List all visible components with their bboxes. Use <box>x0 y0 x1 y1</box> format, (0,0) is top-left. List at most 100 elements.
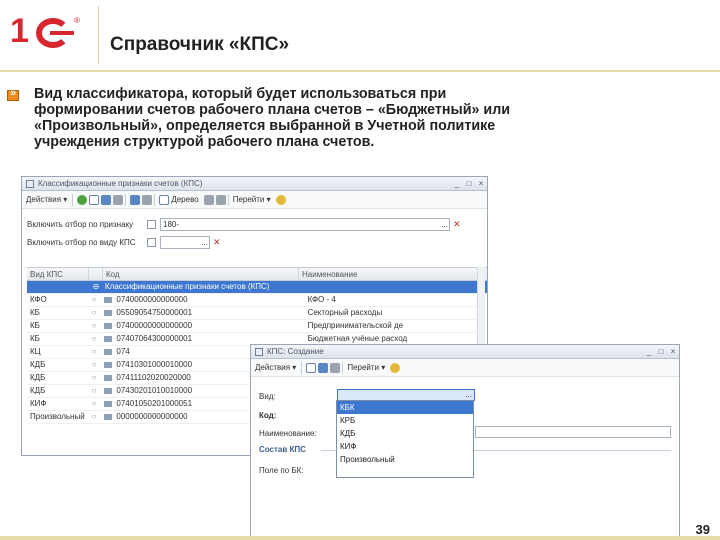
close-icon[interactable]: × <box>667 347 679 357</box>
create-window-titlebar: КПС: Создание _ □ × <box>251 345 679 359</box>
radio-icon: ○ <box>91 360 97 369</box>
cell-code: 0000000000000000 <box>116 412 188 421</box>
goto-menu[interactable]: Перейти ▾ <box>347 363 385 372</box>
goto-menu[interactable]: Перейти ▾ <box>233 195 271 204</box>
help-icon[interactable] <box>390 362 401 373</box>
dropdown-option[interactable]: КБК <box>337 401 473 414</box>
add-icon[interactable] <box>77 194 88 205</box>
clear-icon[interactable]: ✕ <box>213 237 221 248</box>
expand-icon[interactable]: ⊖ <box>89 281 103 293</box>
item-icon <box>101 320 115 332</box>
filter-icon[interactable] <box>130 194 141 205</box>
print-icon[interactable] <box>215 194 226 205</box>
cell-code: 07407064300000001 <box>116 334 193 343</box>
header-rule <box>0 70 720 72</box>
cell-code: 074 <box>116 347 130 356</box>
table-row[interactable]: КФО ○ 0740000000000000 КФО - 4 <box>27 294 487 307</box>
cell-kind: Произвольный <box>30 412 85 421</box>
minimize-icon[interactable]: _ <box>643 347 655 357</box>
help-icon[interactable] <box>275 194 286 205</box>
item-icon <box>101 294 115 306</box>
header-divider <box>98 6 99 64</box>
radio-icon: ○ <box>91 386 97 395</box>
column-code[interactable]: Код <box>103 268 299 280</box>
cell-kind: КИФ <box>30 399 47 408</box>
column-kind[interactable]: Вид КПС <box>27 268 89 280</box>
filter-kind-label: Включить отбор по виду КПС <box>27 237 136 247</box>
maximize-icon[interactable]: □ <box>655 347 667 357</box>
table-group-row[interactable]: ⊖ Классификационные признаки счетов (КПС… <box>27 281 487 294</box>
cell-name: КФО - 4 <box>307 295 336 304</box>
cell-kind: КБ <box>30 308 40 317</box>
cell-code: 07410301000010000 <box>116 360 193 369</box>
cell-kind: КБ <box>30 321 40 330</box>
filter-kind-checkbox[interactable] <box>147 237 156 247</box>
radio-icon: ○ <box>91 373 97 382</box>
cell-kind: КБ <box>30 334 40 343</box>
bk-label: Поле по БК: <box>259 466 304 475</box>
cell-code: 0740000000000000 <box>116 295 188 304</box>
dropdown-option[interactable]: КДБ <box>337 427 473 440</box>
item-icon <box>101 333 115 345</box>
item-icon <box>101 307 115 319</box>
minimize-icon[interactable]: _ <box>451 179 463 189</box>
radio-icon: ○ <box>91 399 97 408</box>
name-label: Наименование: <box>259 429 317 438</box>
kind-dropdown[interactable]: КБК КРБ КДБ КИФ Произвольный <box>336 400 474 478</box>
radio-icon: ○ <box>91 321 97 330</box>
cell-kind: КДБ <box>30 386 46 395</box>
bullet-arrow-icon <box>7 87 19 101</box>
cell-code: 07430201010010000 <box>116 386 193 395</box>
table-row[interactable]: КБ ○ 07400000000000000 Предпринимательской … <box>27 320 487 333</box>
body-text: Вид классификатора, который будет исполь… <box>34 86 511 150</box>
filter-row-kind: Включить отбор по виду КПС ... ✕ <box>27 235 221 249</box>
page-number: 39 <box>695 522 710 537</box>
1c-logo: 1 ® <box>10 12 80 50</box>
radio-icon: ○ <box>91 347 97 356</box>
name-input[interactable] <box>475 426 671 438</box>
cell-code: 07411102020020000 <box>116 373 191 382</box>
refresh-icon[interactable] <box>203 194 214 205</box>
actions-menu[interactable]: Действия ▾ <box>255 363 296 372</box>
radio-icon: ○ <box>91 295 97 304</box>
window-icon <box>26 179 34 188</box>
dropdown-option[interactable]: КИФ <box>337 440 473 453</box>
create-toolbar: Действия ▾ Перейти ▾ <box>251 359 679 377</box>
item-icon <box>101 411 115 423</box>
edit-icon[interactable] <box>101 194 112 205</box>
filter-attribute-input[interactable]: 180-... <box>160 217 450 231</box>
cell-kind: КФО <box>30 295 47 304</box>
footer-rule <box>0 536 720 540</box>
filter-kind-input[interactable]: ... <box>160 235 210 249</box>
cell-code: 07400000000000000 <box>116 321 193 330</box>
actions-menu[interactable]: Действия ▾ <box>26 195 67 204</box>
write-icon[interactable] <box>318 362 329 373</box>
item-icon <box>101 359 115 371</box>
slide-title: Справочник «КПС» <box>110 34 290 55</box>
table-row[interactable]: КБ ○ 05509054750000001 Секторный расходы <box>27 307 487 320</box>
refresh-icon[interactable] <box>330 362 341 373</box>
main-toolbar: Действия ▾ Дерево Перейти ▾ <box>22 191 487 209</box>
group-row-label: Классификационные признаки счетов (КПС) <box>105 282 270 291</box>
close-icon[interactable]: × <box>475 179 487 189</box>
item-icon <box>101 398 115 410</box>
dropdown-option[interactable]: Произвольный <box>337 453 473 466</box>
save-icon[interactable] <box>306 362 317 373</box>
maximize-icon[interactable]: □ <box>463 179 475 189</box>
item-icon <box>101 372 115 384</box>
create-window-title: КПС: Создание <box>267 347 324 356</box>
radio-icon: ○ <box>91 412 97 421</box>
clear-icon[interactable]: ✕ <box>453 219 461 230</box>
main-window-titlebar: Классификационные признаки счетов (КПС) … <box>22 177 487 191</box>
actions-label: Действия <box>26 195 62 204</box>
column-name[interactable]: Наименование <box>299 268 487 280</box>
filter-attribute-label: Включить отбор по признаку <box>27 219 134 229</box>
filter-attribute-checkbox[interactable] <box>147 219 156 229</box>
filter-clear-icon[interactable] <box>142 194 153 205</box>
copy-icon[interactable] <box>89 194 100 205</box>
radio-icon: ○ <box>91 334 97 343</box>
delete-icon[interactable] <box>113 194 124 205</box>
cell-kind: КДБ <box>30 373 46 382</box>
tree-button[interactable]: Дерево <box>159 194 199 205</box>
dropdown-option[interactable]: КРБ <box>337 414 473 427</box>
